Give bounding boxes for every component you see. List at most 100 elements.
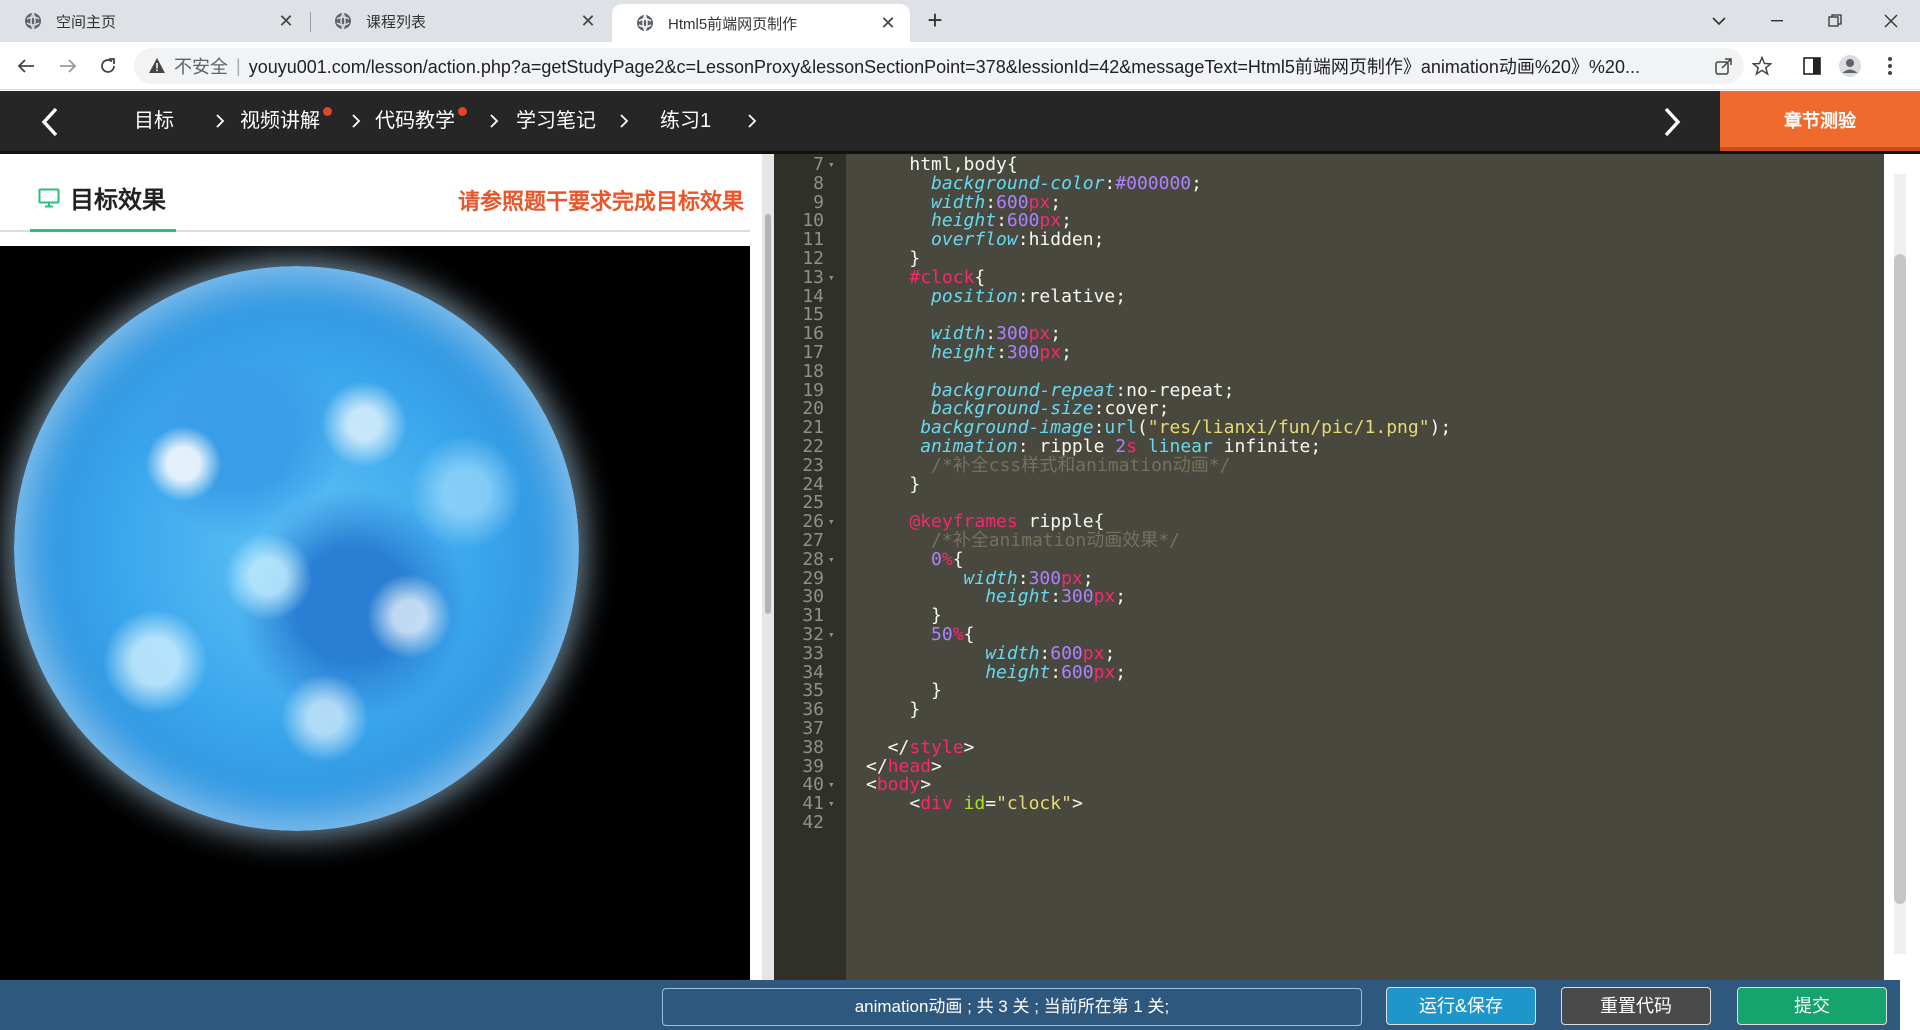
lesson-nav-label: 代码教学: [375, 110, 455, 132]
close-window-icon[interactable]: [1862, 0, 1920, 42]
lesson-nav-label: 学习笔记: [516, 110, 596, 132]
code-line: 36 }: [774, 699, 1884, 721]
minimize-icon[interactable]: [1748, 0, 1806, 42]
code-text: /*补全animation动画效果*/: [931, 530, 1180, 551]
code-text: }: [866, 473, 921, 495]
code-line: 41 ▾ <div id="clock">: [774, 793, 1884, 815]
code-line: 24 }: [774, 473, 1884, 495]
code-text: 0%{: [931, 548, 964, 570]
fold-arrow-icon[interactable]: ▾: [828, 269, 835, 288]
lesson-nav-target[interactable]: 目标: [134, 91, 174, 151]
chevron-right-icon: [490, 114, 499, 128]
fold-arrow-icon[interactable]: ▾: [828, 795, 835, 814]
active-tab-underline: [30, 229, 176, 232]
planet-image: [14, 266, 579, 831]
line-number: 27: [802, 530, 824, 551]
restore-icon[interactable]: [1806, 0, 1864, 42]
line-number: 37: [802, 718, 824, 739]
line-number: 23: [802, 454, 824, 476]
new-tab-button[interactable]: +: [920, 6, 950, 36]
menu-kebab-icon[interactable]: [1878, 54, 1902, 78]
fold-arrow-icon[interactable]: ▾: [828, 626, 835, 645]
code-line: 14 position:relative;: [774, 285, 1884, 307]
run-save-button[interactable]: 运行&保存: [1386, 987, 1536, 1025]
notification-dot: [323, 107, 332, 116]
scrollbar-thumb[interactable]: [1894, 254, 1906, 904]
level-status: animation动画 ; 共 3 关 ; 当前所在第 1 关;: [662, 988, 1362, 1026]
chevron-left-icon[interactable]: [38, 105, 64, 139]
globe-icon: [335, 12, 351, 30]
security-label: 不安全: [174, 57, 228, 77]
line-number: 18: [802, 360, 824, 382]
lesson-nav-video[interactable]: 视频讲解: [240, 91, 332, 151]
chapter-quiz-button[interactable]: 章节测验: [1720, 91, 1920, 151]
scrollbar-thumb[interactable]: [765, 214, 771, 614]
chevron-right-icon[interactable]: [1658, 105, 1684, 139]
submit-button[interactable]: 提交: [1737, 987, 1887, 1025]
globe-icon: [25, 12, 41, 30]
line-number: 22: [802, 436, 824, 457]
lesson-nav-code[interactable]: 代码教学: [375, 91, 467, 151]
divider: |: [236, 55, 241, 76]
browser-toolbar: 不安全 | youyu001.com/lesson/action.php?a=g…: [0, 42, 1920, 90]
browser-tab-active[interactable]: Html5前端网页制作 ✕: [612, 4, 910, 42]
tab-title: 课程列表: [366, 13, 427, 31]
fold-arrow-icon[interactable]: ▾: [828, 156, 835, 175]
code-line: 35 }: [774, 682, 1884, 701]
code-text: }: [866, 699, 921, 721]
close-icon[interactable]: ✕: [580, 11, 596, 32]
lesson-nav-label: 目标: [134, 110, 174, 132]
fold-arrow-icon[interactable]: ▾: [828, 776, 835, 795]
target-panel-header: 目标效果 请参照题干要求完成目标效果: [0, 154, 750, 232]
code-editor[interactable]: 7 ▾ html,body{8 background-color:#000000;…: [774, 154, 1884, 980]
reload-icon[interactable]: [92, 50, 124, 82]
address-bar[interactable]: 不安全 | youyu001.com/lesson/action.php?a=g…: [134, 48, 1744, 84]
fold-arrow-icon[interactable]: ▾: [828, 551, 835, 570]
code-line: 28 ▾ 0%{: [774, 548, 1884, 570]
close-icon[interactable]: ✕: [278, 11, 294, 32]
panel-title-text: 目标效果: [70, 187, 166, 214]
panel-splitter[interactable]: [762, 154, 774, 980]
forward-arrow-icon[interactable]: [52, 50, 84, 82]
lesson-nav-notes[interactable]: 学习笔记: [516, 91, 596, 151]
chevron-right-icon: [620, 114, 629, 128]
code-text: position:relative;: [931, 285, 1127, 307]
code-text: height:300px;: [931, 342, 1072, 363]
code-line: 33 width:600px;: [774, 644, 1884, 664]
line-number: 38: [802, 736, 824, 758]
reset-code-button[interactable]: 重置代码: [1561, 987, 1711, 1025]
chevron-right-icon: [352, 114, 361, 128]
tab-title: Html5前端网页制作: [668, 15, 798, 33]
back-arrow-icon[interactable]: [10, 50, 42, 82]
notification-dot: [458, 107, 467, 116]
browser-tab[interactable]: 空间主页 ✕: [0, 0, 308, 42]
chevron-right-icon: [748, 114, 757, 128]
target-panel: 目标效果 请参照题干要求完成目标效果: [0, 154, 762, 980]
code-text: <div id="clock">: [866, 793, 1083, 815]
fold-arrow-icon[interactable]: ▾: [828, 513, 835, 532]
code-line: 11 overflow:hidden;: [774, 230, 1884, 250]
browser-tab[interactable]: 课程列表 ✕: [310, 0, 610, 42]
tab-title: 空间主页: [56, 13, 117, 31]
chevron-right-icon: [216, 114, 225, 128]
code-text: 50%{: [931, 624, 975, 645]
lesson-nav-bar: 目标 视频讲解 代码教学 学习笔记 练习1 章节测验: [0, 91, 1920, 154]
lesson-nav-exercise[interactable]: 练习1: [660, 91, 711, 151]
close-icon[interactable]: ✕: [880, 13, 896, 34]
browser-tab-strip: 空间主页 ✕ 课程列表 ✕ Html5前端网页制作 ✕ +: [0, 0, 1920, 42]
lesson-nav-label: 视频讲解: [240, 110, 320, 132]
editor-scrollbar[interactable]: [1884, 154, 1920, 980]
code-line: 32 ▾ 50%{: [774, 624, 1884, 645]
sidebar-icon[interactable]: [1800, 54, 1824, 78]
code-line: 23 /*补全css样式和animation动画*/: [774, 454, 1884, 476]
url-text: youyu001.com/lesson/action.php?a=getStud…: [248, 57, 1640, 77]
tab-search-icon[interactable]: [1690, 0, 1748, 42]
code-line: 17 height:300px;: [774, 342, 1884, 363]
line-number: 28: [802, 548, 824, 570]
line-number: 42: [802, 812, 824, 833]
bottom-action-bar: animation动画 ; 共 3 关 ; 当前所在第 1 关; 运行&保存 重…: [0, 980, 1900, 1030]
star-icon[interactable]: [1750, 54, 1774, 78]
profile-avatar-icon[interactable]: [1838, 54, 1862, 78]
share-icon[interactable]: [1712, 54, 1736, 78]
code-line: 42: [774, 812, 1884, 833]
